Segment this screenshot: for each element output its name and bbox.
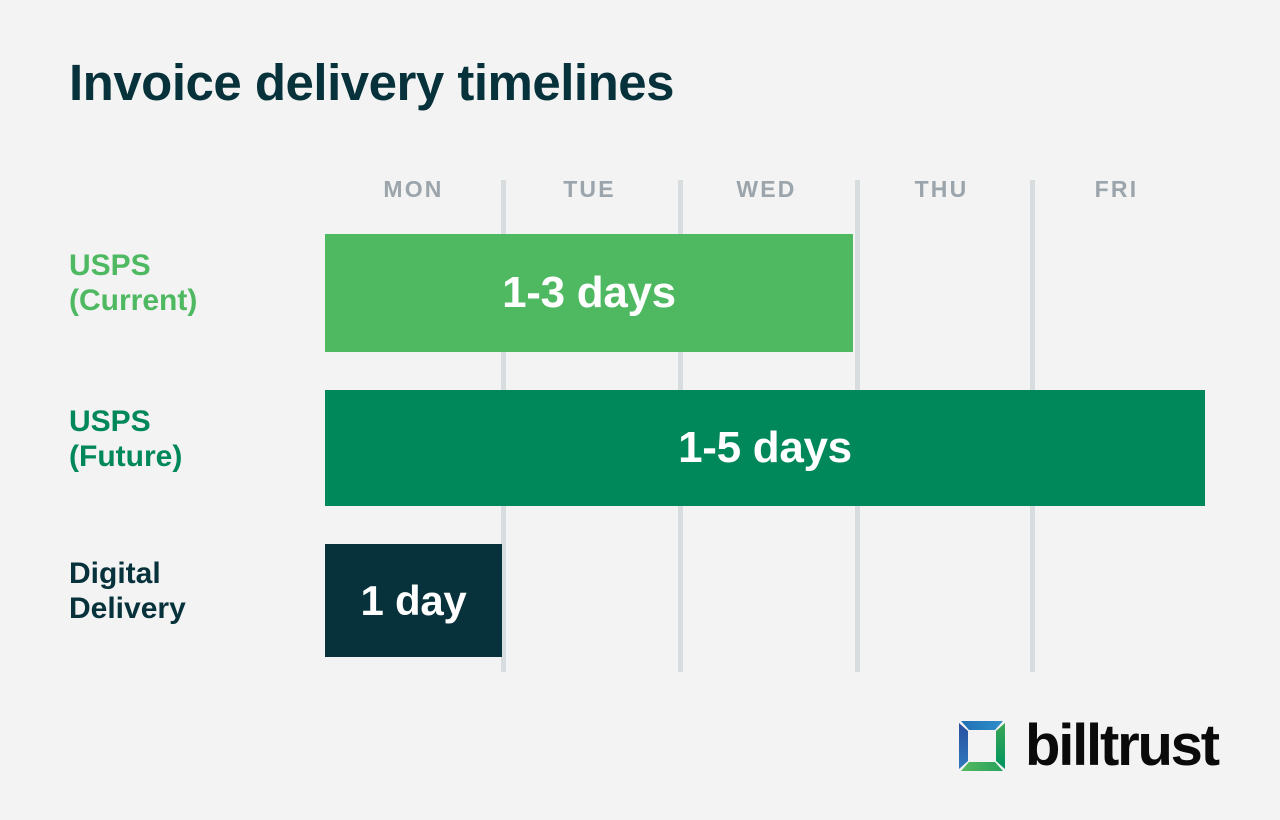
row-label-usps-current: USPS (Current): [69, 249, 198, 318]
bar-digital-delivery: 1 day: [325, 544, 502, 657]
day-label-tue: TUE: [563, 176, 616, 202]
page-title: Invoice delivery timelines: [69, 54, 674, 111]
row-label-usps-future: USPS (Future): [69, 405, 183, 474]
bar-label-usps-current: 1-3 days: [502, 268, 676, 317]
billtrust-logo-mark-icon: [959, 721, 1005, 771]
day-label-wed: WED: [736, 176, 797, 202]
timeline-chart: MON TUE WED THU FRI 1-3 days 1-5 days 1 …: [325, 176, 1205, 672]
bar-label-usps-future: 1-5 days: [678, 423, 852, 472]
bar-label-digital-delivery: 1 day: [360, 576, 467, 624]
bar-usps-current: 1-3 days: [325, 234, 853, 352]
billtrust-wordmark: billtrust: [1025, 713, 1220, 778]
infographic-canvas: Invoice delivery timelines MON TUE WED T…: [0, 0, 1280, 820]
day-label-thu: THU: [914, 176, 969, 202]
row-label-digital-delivery: Digital Delivery: [69, 557, 186, 626]
bar-usps-future: 1-5 days: [325, 390, 1205, 506]
brand-logo: billtrust: [955, 713, 1220, 778]
day-label-fri: FRI: [1094, 176, 1139, 202]
day-label-mon: MON: [383, 176, 444, 202]
